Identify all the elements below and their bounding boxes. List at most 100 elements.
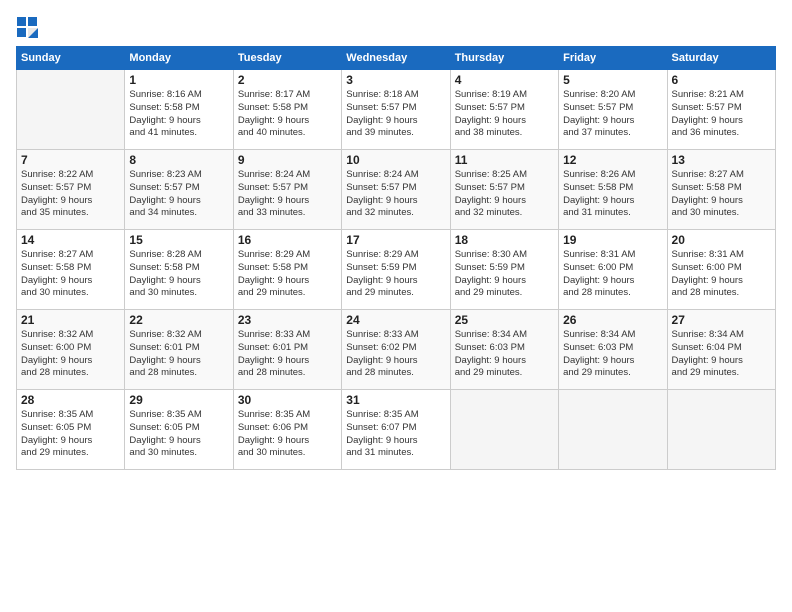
calendar-cell: 27Sunrise: 8:34 AM Sunset: 6:04 PM Dayli…: [667, 310, 775, 390]
calendar-cell: 28 Sunrise: 8:35 AM Sunset: 6:05 PM Dayli…: [17, 390, 125, 470]
day-number: 22: [129, 313, 228, 327]
day-info: Sunrise: 8:22 AM Sunset: 5:57 PM Dayligh…: [21, 169, 120, 220]
day-info: Sunrise: 8:35 AM Sunset: 6:07 PM Dayligh…: [346, 409, 445, 460]
calendar-cell: 21 Sunrise: 8:32 AM Sunset: 6:00 PM Dayli…: [17, 310, 125, 390]
calendar-cell: 24 Sunrise: 8:33 AM Sunset: 6:02 PM Dayli…: [342, 310, 450, 390]
day-info: Sunrise: 8:31 AM Sunset: 6:00 PM Dayligh…: [563, 249, 662, 300]
calendar-cell: 15 Sunrise: 8:28 AM Sunset: 5:58 PM Dayli…: [125, 230, 233, 310]
calendar-cell: 22 Sunrise: 8:32 AM Sunset: 6:01 PM Dayli…: [125, 310, 233, 390]
day-number: 29: [129, 393, 228, 407]
logo-icon: [16, 16, 38, 38]
calendar-cell: 2 Sunrise: 8:17 AM Sunset: 5:58 PM Daylig…: [233, 70, 341, 150]
day-info: Sunrise: 8:18 AM Sunset: 5:57 PM Dayligh…: [346, 89, 445, 140]
day-number: 18: [455, 233, 554, 247]
day-number: 23: [238, 313, 337, 327]
day-number: 31: [346, 393, 445, 407]
calendar-cell: 19 Sunrise: 8:31 AM Sunset: 6:00 PM Dayli…: [559, 230, 667, 310]
weekday-header-saturday: Saturday: [667, 47, 775, 70]
day-number: 15: [129, 233, 228, 247]
calendar-cell: 25 Sunrise: 8:34 AM Sunset: 6:03 PM Dayli…: [450, 310, 558, 390]
calendar-cell: 3 Sunrise: 8:18 AM Sunset: 5:57 PM Daylig…: [342, 70, 450, 150]
calendar-cell: [559, 390, 667, 470]
weekday-header-monday: Monday: [125, 47, 233, 70]
calendar-cell: 16Sunrise: 8:29 AM Sunset: 5:58 PM Dayli…: [233, 230, 341, 310]
day-number: 24: [346, 313, 445, 327]
day-number: 3: [346, 73, 445, 87]
weekday-header-tuesday: Tuesday: [233, 47, 341, 70]
day-info: Sunrise: 8:17 AM Sunset: 5:58 PM Dayligh…: [238, 89, 337, 140]
week-row-5: 28 Sunrise: 8:35 AM Sunset: 6:05 PM Dayli…: [17, 390, 776, 470]
day-number: 17: [346, 233, 445, 247]
day-number: 2: [238, 73, 337, 87]
calendar-cell: 12 Sunrise: 8:26 AM Sunset: 5:58 PM Dayli…: [559, 150, 667, 230]
day-number: 9: [238, 153, 337, 167]
day-info: Sunrise: 8:16 AM Sunset: 5:58 PM Dayligh…: [129, 89, 228, 140]
calendar-cell: 4 Sunrise: 8:19 AM Sunset: 5:57 PM Daylig…: [450, 70, 558, 150]
day-info: Sunrise: 8:31 AM Sunset: 6:00 PM Dayligh…: [672, 249, 771, 300]
day-info: Sunrise: 8:25 AM Sunset: 5:57 PM Dayligh…: [455, 169, 554, 220]
day-number: 19: [563, 233, 662, 247]
day-number: 6: [672, 73, 771, 87]
week-row-4: 21 Sunrise: 8:32 AM Sunset: 6:00 PM Dayli…: [17, 310, 776, 390]
page: SundayMondayTuesdayWednesdayThursdayFrid…: [0, 0, 792, 612]
day-info: Sunrise: 8:26 AM Sunset: 5:58 PM Dayligh…: [563, 169, 662, 220]
calendar-cell: 10Sunrise: 8:24 AM Sunset: 5:57 PM Dayli…: [342, 150, 450, 230]
weekday-header-sunday: Sunday: [17, 47, 125, 70]
weekday-header-row: SundayMondayTuesdayWednesdayThursdayFrid…: [17, 47, 776, 70]
day-info: Sunrise: 8:30 AM Sunset: 5:59 PM Dayligh…: [455, 249, 554, 300]
calendar-cell: [667, 390, 775, 470]
day-info: Sunrise: 8:21 AM Sunset: 5:57 PM Dayligh…: [672, 89, 771, 140]
day-info: Sunrise: 8:35 AM Sunset: 6:05 PM Dayligh…: [21, 409, 120, 460]
calendar-cell: 18 Sunrise: 8:30 AM Sunset: 5:59 PM Dayli…: [450, 230, 558, 310]
day-info: Sunrise: 8:27 AM Sunset: 5:58 PM Dayligh…: [672, 169, 771, 220]
day-info: Sunrise: 8:27 AM Sunset: 5:58 PM Dayligh…: [21, 249, 120, 300]
day-info: Sunrise: 8:20 AM Sunset: 5:57 PM Dayligh…: [563, 89, 662, 140]
weekday-header-friday: Friday: [559, 47, 667, 70]
day-number: 8: [129, 153, 228, 167]
calendar-cell: 14 Sunrise: 8:27 AM Sunset: 5:58 PM Dayli…: [17, 230, 125, 310]
calendar-cell: 31 Sunrise: 8:35 AM Sunset: 6:07 PM Dayli…: [342, 390, 450, 470]
week-row-3: 14 Sunrise: 8:27 AM Sunset: 5:58 PM Dayli…: [17, 230, 776, 310]
day-info: Sunrise: 8:24 AM Sunset: 5:57 PM Dayligh…: [238, 169, 337, 220]
calendar-table: SundayMondayTuesdayWednesdayThursdayFrid…: [16, 46, 776, 470]
calendar-cell: 20Sunrise: 8:31 AM Sunset: 6:00 PM Dayli…: [667, 230, 775, 310]
calendar-cell: 23 Sunrise: 8:33 AM Sunset: 6:01 PM Dayli…: [233, 310, 341, 390]
day-number: 7: [21, 153, 120, 167]
day-number: 30: [238, 393, 337, 407]
calendar-cell: 1 Sunrise: 8:16 AM Sunset: 5:58 PM Daylig…: [125, 70, 233, 150]
day-info: Sunrise: 8:34 AM Sunset: 6:03 PM Dayligh…: [563, 329, 662, 380]
day-info: Sunrise: 8:35 AM Sunset: 6:05 PM Dayligh…: [129, 409, 228, 460]
day-number: 12: [563, 153, 662, 167]
calendar-cell: 6 Sunrise: 8:21 AM Sunset: 5:57 PM Daylig…: [667, 70, 775, 150]
day-number: 14: [21, 233, 120, 247]
day-info: Sunrise: 8:29 AM Sunset: 5:59 PM Dayligh…: [346, 249, 445, 300]
calendar-cell: 29 Sunrise: 8:35 AM Sunset: 6:05 PM Dayli…: [125, 390, 233, 470]
calendar-cell: 26 Sunrise: 8:34 AM Sunset: 6:03 PM Dayli…: [559, 310, 667, 390]
day-number: 25: [455, 313, 554, 327]
calendar-cell: 13 Sunrise: 8:27 AM Sunset: 5:58 PM Dayli…: [667, 150, 775, 230]
day-number: 13: [672, 153, 771, 167]
day-info: Sunrise: 8:23 AM Sunset: 5:57 PM Dayligh…: [129, 169, 228, 220]
day-info: Sunrise: 8:32 AM Sunset: 6:01 PM Dayligh…: [129, 329, 228, 380]
day-info: Sunrise: 8:29 AM Sunset: 5:58 PM Dayligh…: [238, 249, 337, 300]
calendar-cell: 5 Sunrise: 8:20 AM Sunset: 5:57 PM Daylig…: [559, 70, 667, 150]
day-info: Sunrise: 8:28 AM Sunset: 5:58 PM Dayligh…: [129, 249, 228, 300]
calendar-cell: 8 Sunrise: 8:23 AM Sunset: 5:57 PM Daylig…: [125, 150, 233, 230]
day-info: Sunrise: 8:33 AM Sunset: 6:02 PM Dayligh…: [346, 329, 445, 380]
calendar-cell: 17 Sunrise: 8:29 AM Sunset: 5:59 PM Dayli…: [342, 230, 450, 310]
day-info: Sunrise: 8:34 AM Sunset: 6:03 PM Dayligh…: [455, 329, 554, 380]
day-number: 26: [563, 313, 662, 327]
day-info: Sunrise: 8:33 AM Sunset: 6:01 PM Dayligh…: [238, 329, 337, 380]
day-number: 4: [455, 73, 554, 87]
day-number: 1: [129, 73, 228, 87]
week-row-2: 7 Sunrise: 8:22 AM Sunset: 5:57 PM Daylig…: [17, 150, 776, 230]
day-number: 21: [21, 313, 120, 327]
header: [16, 16, 776, 38]
calendar-cell: 7 Sunrise: 8:22 AM Sunset: 5:57 PM Daylig…: [17, 150, 125, 230]
calendar-cell: [450, 390, 558, 470]
day-info: Sunrise: 8:32 AM Sunset: 6:00 PM Dayligh…: [21, 329, 120, 380]
day-number: 5: [563, 73, 662, 87]
day-number: 28: [21, 393, 120, 407]
day-info: Sunrise: 8:19 AM Sunset: 5:57 PM Dayligh…: [455, 89, 554, 140]
calendar-cell: 11Sunrise: 8:25 AM Sunset: 5:57 PM Dayli…: [450, 150, 558, 230]
